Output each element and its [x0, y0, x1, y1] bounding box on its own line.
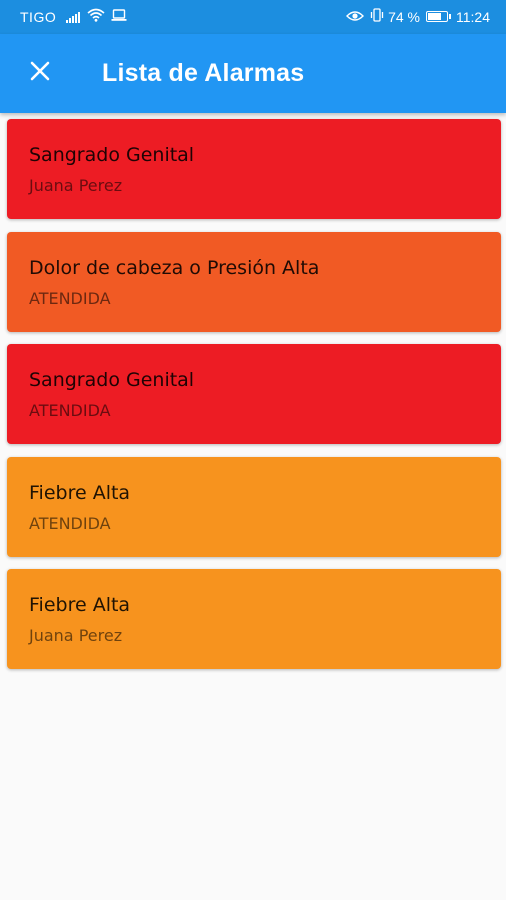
alarm-title: Sangrado Genital	[29, 144, 195, 166]
alarm-card[interactable]: Fiebre Alta Juana Perez	[7, 569, 501, 669]
app-bar: Lista de Alarmas	[0, 34, 506, 113]
alarm-list: Sangrado Genital Juana Perez Dolor de ca…	[7, 119, 501, 682]
alarm-card[interactable]: Sangrado Genital Juana Perez	[7, 119, 501, 219]
alarm-subtitle: Juana Perez	[29, 176, 123, 195]
signal-icon	[66, 11, 81, 23]
laptop-icon	[111, 8, 127, 25]
alarm-title: Dolor de cabeza o Presión Alta	[29, 256, 320, 279]
close-icon	[30, 61, 50, 85]
carrier-label: TIGO	[20, 8, 57, 25]
vibrate-icon	[370, 8, 384, 25]
status-right: 74 % 11:24	[346, 8, 490, 25]
status-left: TIGO	[20, 8, 127, 25]
alarm-title: Sangrado Genital	[29, 369, 195, 391]
alarm-card[interactable]: Dolor de cabeza o Presión Alta ATENDIDA	[7, 231, 501, 332]
alarm-card[interactable]: Fiebre Alta ATENDIDA	[7, 456, 501, 557]
alarm-subtitle: ATENDIDA	[29, 401, 111, 420]
battery-percent: 74 %	[388, 8, 420, 25]
status-bar: TIGO 74 % 11:24	[0, 0, 506, 34]
alarm-subtitle: ATENDIDA	[29, 513, 111, 533]
alarm-subtitle: Juana Perez	[29, 626, 123, 645]
eye-icon	[346, 9, 365, 25]
close-button[interactable]	[22, 55, 58, 91]
alarm-title: Fiebre Alta	[29, 481, 131, 504]
alarm-title: Fiebre Alta	[29, 594, 131, 616]
battery-icon	[426, 11, 451, 22]
battery-fill	[428, 13, 441, 20]
clock: 11:24	[456, 8, 490, 25]
page-title: Lista de Alarmas	[102, 59, 305, 87]
wifi-icon	[87, 8, 105, 25]
alarm-card[interactable]: Sangrado Genital ATENDIDA	[7, 344, 501, 444]
alarm-subtitle: ATENDIDA	[29, 288, 111, 308]
